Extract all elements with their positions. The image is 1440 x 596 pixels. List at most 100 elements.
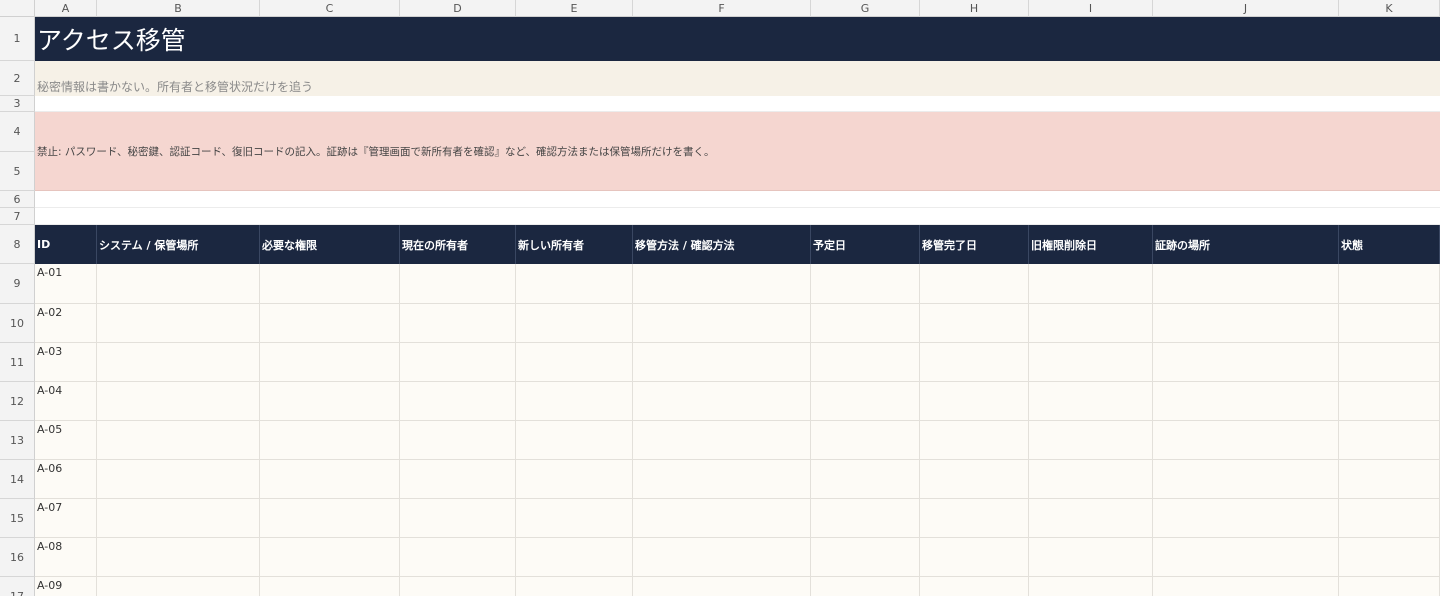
- table-cell[interactable]: [516, 538, 633, 577]
- table-cell[interactable]: [811, 343, 920, 382]
- id-cell[interactable]: A-08: [35, 538, 97, 577]
- row-header-4[interactable]: 4: [0, 112, 35, 152]
- table-cell[interactable]: [633, 264, 811, 304]
- table-cell[interactable]: [1153, 577, 1339, 596]
- column-header-e[interactable]: E: [516, 0, 633, 17]
- table-cell[interactable]: [1153, 538, 1339, 577]
- table-cell[interactable]: [400, 264, 516, 304]
- table-cell[interactable]: [1029, 264, 1153, 304]
- warning-cell[interactable]: 禁止: パスワード、秘密鍵、認証コード、復旧コードの記入。証跡は『管理画面で新所…: [35, 112, 1440, 191]
- table-cell[interactable]: [811, 382, 920, 421]
- table-cell[interactable]: [1153, 264, 1339, 304]
- table-cell[interactable]: [920, 382, 1029, 421]
- table-cell[interactable]: [1153, 460, 1339, 499]
- table-cell[interactable]: [1339, 577, 1440, 596]
- column-header-g[interactable]: G: [811, 0, 920, 17]
- row-header-15[interactable]: 15: [0, 499, 35, 538]
- table-cell[interactable]: [260, 538, 400, 577]
- table-header-cell[interactable]: ID: [35, 225, 97, 264]
- column-header-i[interactable]: I: [1029, 0, 1153, 17]
- table-header-cell[interactable]: 証跡の場所: [1153, 225, 1339, 264]
- id-cell[interactable]: A-02: [35, 304, 97, 343]
- table-cell[interactable]: [97, 343, 260, 382]
- column-header-j[interactable]: J: [1153, 0, 1339, 17]
- table-cell[interactable]: [400, 421, 516, 460]
- table-cell[interactable]: [811, 460, 920, 499]
- column-header-b[interactable]: B: [97, 0, 260, 17]
- row-header-9[interactable]: 9: [0, 264, 35, 304]
- table-cell[interactable]: [516, 499, 633, 538]
- table-cell[interactable]: [1029, 460, 1153, 499]
- row-header-3[interactable]: 3: [0, 96, 35, 112]
- table-cell[interactable]: [260, 460, 400, 499]
- table-header-cell[interactable]: 現在の所有者: [400, 225, 516, 264]
- table-cell[interactable]: [633, 538, 811, 577]
- table-cell[interactable]: [1029, 304, 1153, 343]
- id-cell[interactable]: A-06: [35, 460, 97, 499]
- table-cell[interactable]: [1153, 343, 1339, 382]
- table-cell[interactable]: [97, 499, 260, 538]
- table-cell[interactable]: [516, 343, 633, 382]
- table-cell[interactable]: [1339, 538, 1440, 577]
- table-cell[interactable]: [97, 460, 260, 499]
- id-cell[interactable]: A-09: [35, 577, 97, 596]
- table-cell[interactable]: [633, 421, 811, 460]
- table-cell[interactable]: [811, 304, 920, 343]
- table-header-cell[interactable]: 状態: [1339, 225, 1440, 264]
- id-cell[interactable]: A-04: [35, 382, 97, 421]
- table-cell[interactable]: [260, 577, 400, 596]
- row-header-17[interactable]: 17: [0, 577, 35, 596]
- table-cell[interactable]: [633, 499, 811, 538]
- table-cell[interactable]: [1029, 343, 1153, 382]
- table-cell[interactable]: [920, 264, 1029, 304]
- row-header-11[interactable]: 11: [0, 343, 35, 382]
- table-cell[interactable]: [97, 382, 260, 421]
- table-cell[interactable]: [920, 538, 1029, 577]
- id-cell[interactable]: A-05: [35, 421, 97, 460]
- table-cell[interactable]: [400, 538, 516, 577]
- table-cell[interactable]: [260, 264, 400, 304]
- column-header-d[interactable]: D: [400, 0, 516, 17]
- row-header-7[interactable]: 7: [0, 208, 35, 225]
- table-cell[interactable]: [1153, 304, 1339, 343]
- table-header-cell[interactable]: 必要な権限: [260, 225, 400, 264]
- table-cell[interactable]: [633, 304, 811, 343]
- column-header-c[interactable]: C: [260, 0, 400, 17]
- row-header-5[interactable]: 5: [0, 152, 35, 191]
- id-cell[interactable]: A-03: [35, 343, 97, 382]
- table-header-cell[interactable]: 新しい所有者: [516, 225, 633, 264]
- table-header-cell[interactable]: 移管完了日: [920, 225, 1029, 264]
- table-cell[interactable]: [400, 304, 516, 343]
- table-header-cell[interactable]: 旧権限削除日: [1029, 225, 1153, 264]
- table-cell[interactable]: [400, 382, 516, 421]
- column-header-a[interactable]: A: [35, 0, 97, 17]
- table-cell[interactable]: [516, 460, 633, 499]
- row-header-6[interactable]: 6: [0, 191, 35, 208]
- row-header-16[interactable]: 16: [0, 538, 35, 577]
- table-cell[interactable]: [260, 421, 400, 460]
- table-cell[interactable]: [516, 304, 633, 343]
- table-cell[interactable]: [811, 264, 920, 304]
- table-cell[interactable]: [920, 460, 1029, 499]
- table-cell[interactable]: [400, 577, 516, 596]
- table-cell[interactable]: [1339, 499, 1440, 538]
- table-header-cell[interactable]: システム / 保管場所: [97, 225, 260, 264]
- table-cell[interactable]: [400, 499, 516, 538]
- row-header-12[interactable]: 12: [0, 382, 35, 421]
- table-cell[interactable]: [920, 577, 1029, 596]
- select-all-corner[interactable]: [0, 0, 35, 17]
- table-cell[interactable]: [811, 577, 920, 596]
- table-cell[interactable]: [811, 499, 920, 538]
- table-cell[interactable]: [1153, 499, 1339, 538]
- table-cell[interactable]: [633, 460, 811, 499]
- table-header-cell[interactable]: 予定日: [811, 225, 920, 264]
- id-cell[interactable]: A-01: [35, 264, 97, 304]
- table-cell[interactable]: [260, 499, 400, 538]
- table-cell[interactable]: [1153, 421, 1339, 460]
- subtitle-cell[interactable]: 秘密情報は書かない。所有者と移管状況だけを追う: [35, 61, 1440, 96]
- table-cell[interactable]: [1153, 382, 1339, 421]
- title-cell[interactable]: アクセス移管: [35, 17, 1440, 61]
- id-cell[interactable]: A-07: [35, 499, 97, 538]
- table-cell[interactable]: [97, 421, 260, 460]
- table-cell[interactable]: [633, 343, 811, 382]
